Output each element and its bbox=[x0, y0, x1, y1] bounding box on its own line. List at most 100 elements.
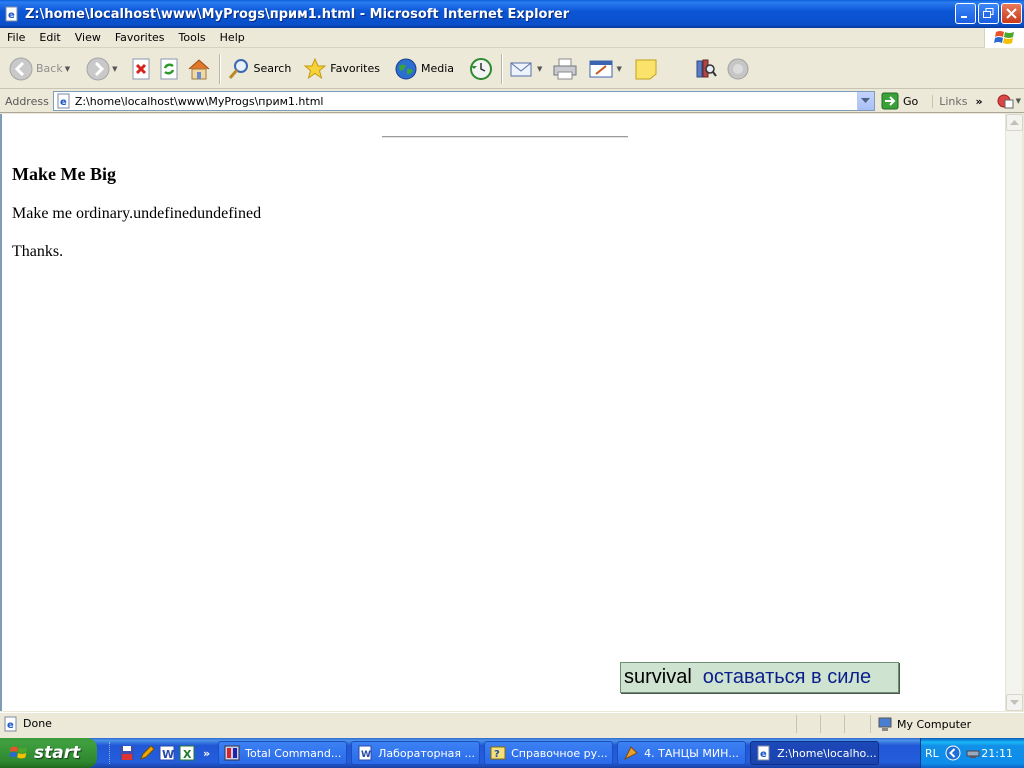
go-arrow-icon bbox=[881, 92, 899, 110]
chevron-right-icon[interactable]: » bbox=[976, 95, 983, 108]
search-label: Search bbox=[253, 62, 292, 75]
back-button[interactable]: Back ▼ bbox=[6, 53, 73, 85]
svg-text:e: e bbox=[8, 10, 15, 21]
research-button[interactable] bbox=[691, 53, 721, 85]
edit-dropdown-icon[interactable]: ▼ bbox=[616, 65, 621, 73]
scroll-up-button[interactable] bbox=[1006, 114, 1023, 131]
scroll-up-arrow-icon bbox=[1010, 119, 1019, 125]
taskbar-button[interactable]: ? Справочное ру... bbox=[484, 741, 614, 765]
windows-flag-icon bbox=[9, 746, 28, 759]
save-disk-icon[interactable] bbox=[119, 745, 135, 761]
taskbar-button-label: Z:\home\localho... bbox=[777, 746, 877, 760]
excel-icon[interactable]: X bbox=[179, 745, 195, 761]
total-commander-icon bbox=[224, 745, 240, 761]
mail-button[interactable]: ▼ bbox=[506, 53, 545, 85]
menu-edit[interactable]: Edit bbox=[32, 29, 67, 47]
close-icon bbox=[1006, 8, 1017, 19]
svg-text:?: ? bbox=[494, 749, 500, 760]
standard-toolbar: Back ▼ ▼ Search Favorites Media ▼ ▼ bbox=[0, 49, 1024, 89]
taskbar-button-label: Справочное ру... bbox=[511, 746, 608, 760]
network-icon[interactable] bbox=[965, 745, 981, 761]
favorites-star-icon bbox=[303, 57, 327, 79]
address-dropdown-button[interactable] bbox=[856, 92, 874, 110]
discuss-button[interactable] bbox=[631, 53, 661, 85]
quick-launch-grip[interactable] bbox=[109, 742, 112, 764]
translate-dropdown-icon[interactable]: ▼ bbox=[1016, 97, 1021, 105]
language-indicator[interactable]: RL bbox=[925, 747, 939, 760]
status-panel bbox=[796, 715, 820, 733]
help-file-icon: ? bbox=[490, 746, 506, 760]
restore-button[interactable] bbox=[978, 3, 999, 24]
translate-icon bbox=[997, 94, 1014, 109]
back-dropdown-icon[interactable]: ▼ bbox=[65, 65, 70, 73]
address-bar: Address e Z:\home\localhost\www\MyProgs\… bbox=[0, 90, 1024, 113]
zone-label: My Computer bbox=[897, 717, 972, 731]
printer-icon bbox=[553, 58, 577, 79]
history-button[interactable] bbox=[465, 53, 497, 85]
go-label: Go bbox=[902, 94, 919, 108]
vertical-scrollbar[interactable] bbox=[1005, 114, 1023, 711]
address-field[interactable]: e Z:\home\localhost\www\MyProgs\прим1.ht… bbox=[52, 91, 875, 111]
svg-text:W: W bbox=[361, 750, 371, 760]
edit-button[interactable]: ▼ bbox=[585, 53, 624, 85]
status-panel bbox=[820, 715, 844, 733]
toolbar-separator-2 bbox=[501, 53, 503, 84]
address-label: Address bbox=[5, 94, 49, 108]
menu-tools[interactable]: Tools bbox=[172, 29, 213, 47]
messenger-button[interactable] bbox=[723, 53, 753, 85]
taskbar-button[interactable]: 4. ТАНЦЫ МИН... bbox=[617, 741, 747, 765]
mail-dropdown-icon[interactable]: ▼ bbox=[537, 65, 542, 73]
messenger-icon bbox=[727, 58, 749, 79]
media-label: Media bbox=[421, 62, 455, 75]
page-heading: Make Me Big bbox=[12, 164, 116, 184]
refresh-button[interactable] bbox=[155, 53, 183, 85]
menu-view[interactable]: View bbox=[68, 29, 108, 47]
media-button[interactable]: Media bbox=[391, 53, 457, 85]
forward-button[interactable]: ▼ bbox=[83, 53, 120, 85]
search-button[interactable]: Search bbox=[224, 53, 295, 85]
menu-help[interactable]: Help bbox=[213, 29, 252, 47]
toolbar-separator bbox=[218, 53, 220, 84]
forward-dropdown-icon[interactable]: ▼ bbox=[112, 65, 117, 73]
security-zone[interactable]: My Computer bbox=[870, 715, 1022, 733]
taskbar-button-label: Лабораторная ... bbox=[378, 746, 476, 760]
taskbar-button-active[interactable]: e Z:\home\localho... bbox=[750, 741, 880, 765]
ie-status-icon: e bbox=[4, 716, 17, 731]
title-bar[interactable]: e Z:\home\localhost\www\MyProgs\прим1.ht… bbox=[0, 0, 1024, 28]
pencil-icon[interactable] bbox=[139, 745, 155, 761]
ie-icon: e bbox=[757, 745, 770, 761]
quick-launch-more-icon[interactable]: » bbox=[203, 747, 210, 760]
note-icon bbox=[635, 59, 657, 79]
taskbar-button[interactable]: W Лабораторная ... bbox=[351, 741, 481, 765]
go-button[interactable]: Go bbox=[881, 92, 918, 110]
home-button[interactable] bbox=[183, 53, 215, 85]
print-button[interactable] bbox=[549, 53, 581, 85]
scroll-down-button[interactable] bbox=[1006, 694, 1023, 711]
status-bar: e Done My Computer bbox=[0, 712, 1024, 734]
horizontal-rule bbox=[382, 136, 628, 138]
translate-button[interactable]: ▼ bbox=[993, 91, 1024, 111]
links-toolbar[interactable]: Links » bbox=[932, 94, 983, 108]
history-icon bbox=[470, 57, 493, 80]
word-icon[interactable]: W bbox=[159, 745, 175, 761]
clock[interactable]: 21:11 bbox=[981, 747, 1013, 760]
refresh-icon bbox=[160, 58, 177, 79]
status-text: e Done bbox=[3, 716, 52, 732]
forward-arrow-icon bbox=[86, 57, 110, 80]
favorites-button[interactable]: Favorites bbox=[300, 53, 383, 85]
menu-favorites[interactable]: Favorites bbox=[108, 29, 172, 47]
minimize-button[interactable] bbox=[955, 3, 976, 24]
taskbar-button[interactable]: Total Command... bbox=[218, 741, 348, 765]
ie-page-icon: e bbox=[5, 6, 18, 22]
word-document-icon: W bbox=[358, 745, 372, 761]
stop-button[interactable] bbox=[127, 53, 155, 85]
menu-bar: File Edit View Favorites Tools Help bbox=[0, 28, 1024, 48]
tray-expand-icon[interactable] bbox=[945, 745, 961, 761]
window-title: Z:\home\localhost\www\MyProgs\прим1.html… bbox=[25, 6, 570, 22]
menu-file[interactable]: File bbox=[0, 29, 32, 47]
address-value: Z:\home\localhost\www\MyProgs\прим1.html bbox=[74, 94, 324, 108]
start-button[interactable]: start bbox=[0, 738, 97, 768]
page-paragraph-thanks: Thanks. bbox=[12, 243, 64, 260]
close-button[interactable] bbox=[1001, 3, 1022, 24]
svg-text:e: e bbox=[760, 749, 767, 760]
